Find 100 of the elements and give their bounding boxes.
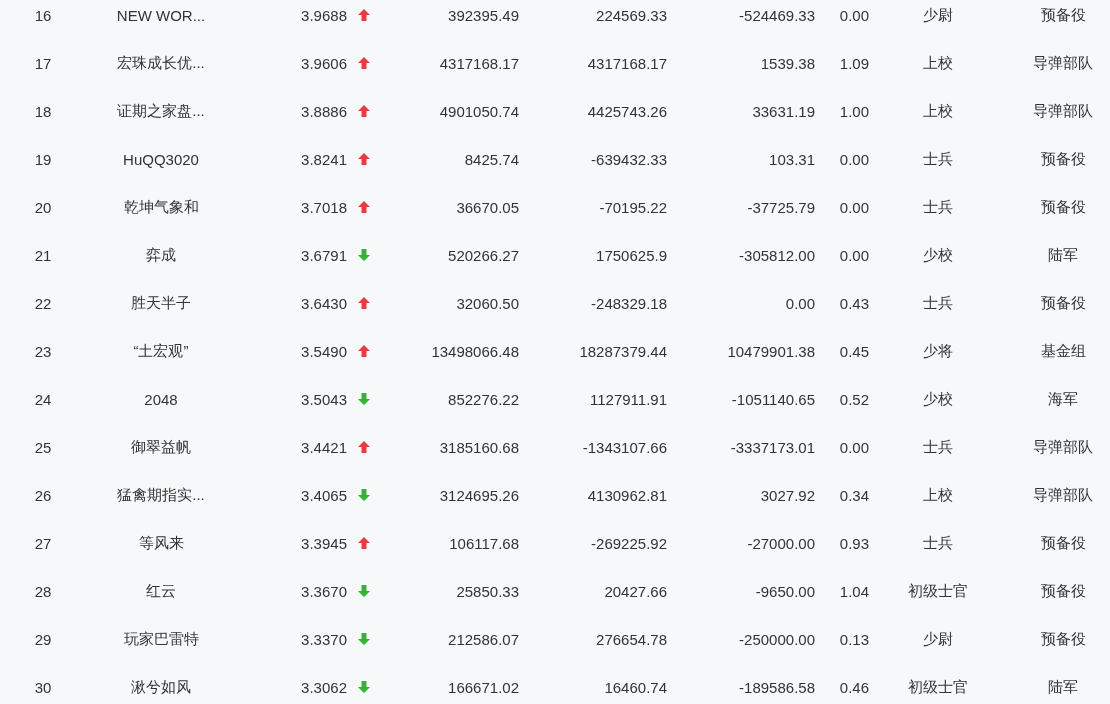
name-cell: 弈成 (146, 245, 176, 265)
rank-number: 23 (34, 342, 52, 360)
table-cell: -639432.33 (591, 150, 667, 168)
table-cell: 0.00 (785, 294, 815, 312)
name-cell: 红云 (146, 581, 176, 601)
name-cell: NEW WOR... (116, 6, 206, 24)
table-cell: 36670.05 (456, 198, 519, 216)
table-cell: 20427.66 (604, 582, 667, 600)
table-cell: 0.45 (839, 342, 869, 360)
table-cell: 1750625.9 (596, 246, 667, 264)
value-cell: 3.8886 (301, 102, 347, 120)
name-cell: 御翠益帆 (131, 437, 191, 457)
table-cell: 3185160.68 (439, 438, 519, 456)
table-cell: -269225.92 (591, 534, 667, 552)
value-cell: 3.3945 (301, 534, 347, 552)
table-cell: 166671.02 (448, 678, 519, 696)
rank-title-cell: 初级士官 (908, 677, 968, 697)
table-cell: 10479901.38 (727, 342, 815, 360)
name-cell: 等风来 (138, 533, 184, 553)
table-cell: 392395.49 (448, 6, 519, 24)
value-cell: 3.3670 (301, 582, 347, 600)
rank-title-cell: 少尉 (923, 5, 953, 25)
table-cell: 224569.33 (596, 6, 667, 24)
rank-title-cell: 上校 (923, 485, 953, 505)
rank-title-cell: 士兵 (923, 437, 953, 457)
group-cell: 导弹部队 (1033, 437, 1093, 457)
table-cell: -1051140.65 (731, 390, 815, 408)
group-cell: 预备役 (1040, 197, 1086, 217)
table-cell: 0.00 (839, 246, 869, 264)
value-cell: 3.7018 (301, 198, 347, 216)
table-cell: -37725.79 (747, 198, 815, 216)
table-cell: 1.04 (839, 582, 869, 600)
rank-number: 20 (34, 198, 52, 216)
value-cell: 3.4421 (301, 438, 347, 456)
rank-title-cell: 士兵 (923, 293, 953, 313)
table-cell: 18287379.44 (579, 342, 667, 360)
table-cell: 25850.33 (456, 582, 519, 600)
rank-number: 26 (34, 486, 52, 504)
table-cell: 852276.22 (448, 390, 519, 408)
group-cell: 海军 (1048, 389, 1078, 409)
name-cell: “土宏观” (133, 341, 189, 361)
name-cell: 宏珠成长优... (117, 53, 205, 73)
rank-number: 27 (34, 534, 52, 552)
table-cell: 33631.19 (752, 102, 815, 120)
rank-title-cell: 士兵 (923, 197, 953, 217)
table-cell: 0.46 (839, 678, 869, 696)
table-cell: 520266.27 (448, 246, 519, 264)
table-cell: 276654.78 (596, 630, 667, 648)
value-cell: 3.5490 (301, 342, 347, 360)
table-cell: -248329.18 (591, 294, 667, 312)
table-cell: 1.00 (839, 102, 869, 120)
name-cell: 胜天半子 (131, 293, 191, 313)
value-cell: 3.6430 (301, 294, 347, 312)
rank-number: 29 (34, 630, 52, 648)
table-cell: 212586.07 (448, 630, 519, 648)
table-cell: -9650.00 (755, 582, 815, 600)
group-cell: 导弹部队 (1033, 485, 1093, 505)
value-cell: 3.3370 (301, 630, 347, 648)
table-cell: 0.00 (839, 6, 869, 24)
table-cell: 3124695.26 (439, 486, 519, 504)
rank-number: 18 (34, 102, 52, 120)
rank-title-cell: 士兵 (923, 533, 953, 553)
name-cell: 猛禽期指实... (117, 485, 205, 505)
table-cell: 4901050.74 (439, 102, 519, 120)
table-cell: 1.09 (839, 54, 869, 72)
table-cell: 32060.50 (456, 294, 519, 312)
table-cell: 1127911.91 (589, 390, 667, 408)
table-cell: 1539.38 (760, 54, 815, 72)
value-cell: 3.9688 (301, 6, 347, 24)
value-cell: 3.6791 (301, 246, 347, 264)
name-cell: 证期之家盘... (117, 101, 205, 121)
table-cell: -70195.22 (599, 198, 667, 216)
table-cell: 8425.74 (464, 150, 519, 168)
group-cell: 预备役 (1040, 5, 1086, 25)
group-cell: 预备役 (1040, 293, 1086, 313)
name-cell: 湫兮如风 (131, 677, 191, 697)
table-cell: 0.00 (839, 150, 869, 168)
name-cell: 玩家巴雷特 (123, 629, 199, 649)
rank-title-cell: 少校 (923, 245, 953, 265)
rank-number: 19 (34, 150, 52, 168)
table-cell: 0.13 (839, 630, 869, 648)
group-cell: 预备役 (1040, 533, 1086, 553)
rank-number: 28 (34, 582, 52, 600)
value-cell: 3.4065 (301, 486, 347, 504)
group-cell: 陆军 (1048, 677, 1078, 697)
rank-title-cell: 士兵 (923, 149, 953, 169)
name-cell: 2048 (144, 390, 178, 408)
rank-number: 17 (34, 54, 52, 72)
rank-number: 24 (34, 390, 52, 408)
group-cell: 预备役 (1040, 149, 1086, 169)
rank-title-cell: 初级士官 (908, 581, 968, 601)
table-cell: 4425743.26 (587, 102, 667, 120)
group-cell: 导弹部队 (1033, 101, 1093, 121)
value-cell: 3.8241 (301, 150, 347, 168)
table-cell: -305812.00 (739, 246, 815, 264)
table-cell: -3337173.01 (730, 438, 815, 456)
table-cell: 0.34 (839, 486, 869, 504)
group-cell: 导弹部队 (1033, 53, 1093, 73)
rank-title-cell: 上校 (923, 101, 953, 121)
rank-number: 30 (34, 678, 52, 696)
